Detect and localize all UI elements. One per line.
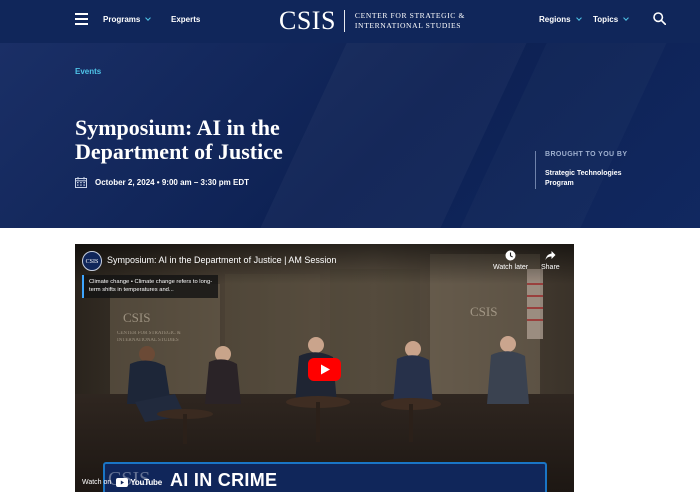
watch-later-button[interactable]: Watch later [493, 250, 528, 271]
nav-topics-label: Topics [593, 15, 619, 24]
youtube-logo-text: YouTube [130, 477, 162, 487]
share-icon [545, 251, 556, 260]
nav-programs-label: Programs [103, 15, 141, 24]
backdrop-logo: CSIS [470, 304, 497, 319]
backdrop-logo: CSIS [123, 310, 150, 325]
lower-third-banner: CSIS AI IN CRIME [103, 462, 547, 492]
event-date-row: October 2, 2024 • 9:00 am – 3:30 pm EDT [75, 177, 249, 188]
logo-line-1: CENTER FOR STRATEGIC & [354, 11, 465, 20]
calendar-icon [75, 177, 87, 188]
watch-on-label: Watch on [82, 478, 112, 486]
event-date: October 2, 2024 • 9:00 am – 3:30 pm EDT [95, 178, 249, 187]
nav-experts-link[interactable]: Experts [171, 15, 200, 24]
event-hero: Events Symposium: AI in the Department o… [0, 43, 700, 228]
brought-to-you-by-label: BROUGHT TO YOU BY [545, 151, 628, 158]
logo-wordmark: CENTER FOR STRATEGIC & INTERNATIONAL STU… [355, 11, 465, 31]
chevron-down-icon [145, 15, 152, 21]
lower-third-title: AI IN CRIME [170, 470, 278, 490]
youtube-logo-icon [116, 477, 129, 487]
chevron-down-icon [575, 15, 582, 21]
watch-on-youtube-link[interactable]: Watch on YouTube [75, 472, 169, 492]
share-label: Share [541, 264, 560, 271]
share-button[interactable]: Share [541, 250, 560, 271]
logo-line-2: INTERNATIONAL STUDIES [354, 21, 462, 30]
youtube-play-icon[interactable] [308, 358, 341, 381]
search-icon[interactable] [653, 12, 666, 25]
event-category-link[interactable]: Events [75, 67, 101, 76]
nav-regions-label: Regions [539, 15, 571, 24]
info-card-panel[interactable]: Climate change • Climate change refers t… [82, 275, 218, 298]
backdrop-line-2: INTERNATIONAL STUDIES [117, 338, 179, 343]
chevron-down-icon [623, 15, 630, 21]
youtube-logo: YouTube [116, 477, 162, 487]
nav-programs-dropdown[interactable]: Programs [103, 15, 152, 24]
youtube-video-embed[interactable]: CSIS CENTER FOR STRATEGIC & INTERNATIONA… [75, 244, 574, 492]
hamburger-menu-icon[interactable] [75, 13, 88, 25]
watch-later-label: Watch later [493, 264, 529, 271]
backdrop-line-1: CENTER FOR STRATEGIC & [117, 331, 181, 336]
video-title-link[interactable]: Symposium: AI in the Department of Justi… [107, 255, 336, 265]
top-navigation-bar: Programs Experts CSIS CENTER FOR STRATEG… [0, 0, 700, 43]
nav-regions-dropdown[interactable]: Regions [539, 15, 582, 24]
nav-topics-dropdown[interactable]: Topics [593, 15, 630, 24]
clock-icon [505, 250, 516, 261]
nav-experts-label: Experts [171, 15, 201, 24]
logo-mark: CSIS [279, 6, 336, 35]
brought-to-you-by: BROUGHT TO YOU BY Strategic Technologies… [535, 151, 635, 189]
page-title: Symposium: AI in the Department of Justi… [75, 115, 283, 164]
program-link[interactable]: Strategic Technologies Program [545, 169, 635, 189]
logo-divider [343, 10, 345, 32]
csis-logo[interactable]: CSIS CENTER FOR STRATEGIC & INTERNATIONA… [279, 6, 465, 36]
channel-avatar[interactable]: CSIS [82, 251, 102, 271]
